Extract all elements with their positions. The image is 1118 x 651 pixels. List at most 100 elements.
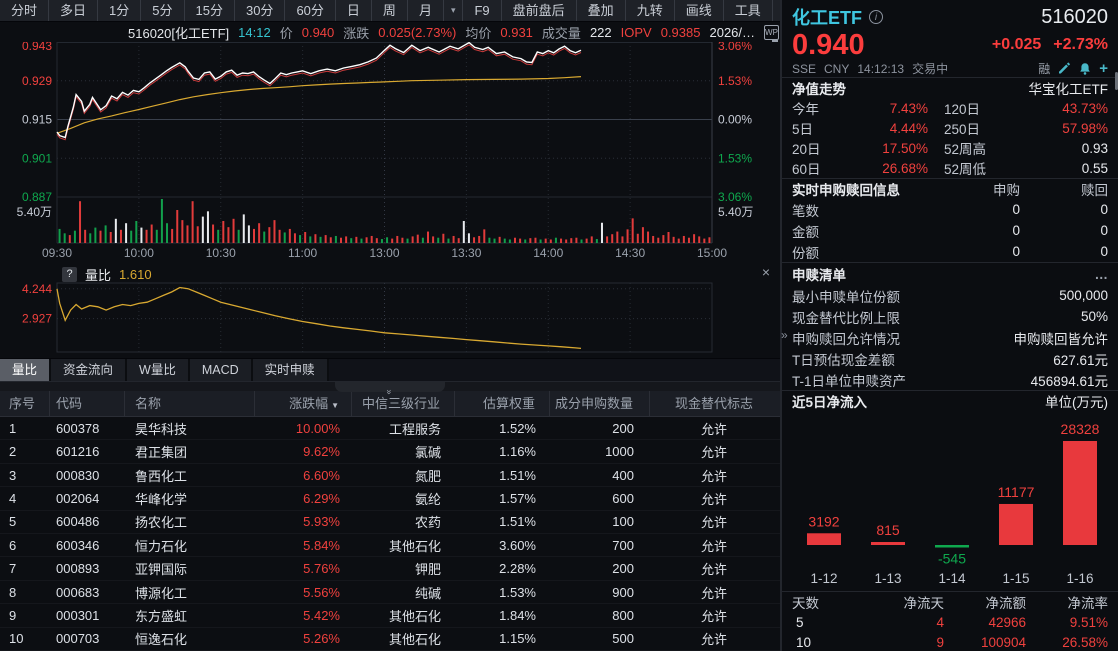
table-row[interactable]: 6600346恒力石化5.84%其他石化3.60%700允许 [0, 534, 780, 557]
realtime-section-header: 实时申购赎回信息 申购 赎回 [782, 178, 1118, 199]
sort-down-icon[interactable]: ▼ [331, 401, 339, 410]
toolbar-period-0[interactable]: 分时 [0, 0, 49, 21]
toolbar-period-6[interactable]: 60分 [285, 0, 335, 21]
table-cell-3: 5.56% [255, 585, 352, 600]
table-cell-5: 1.16% [455, 444, 550, 459]
volume-bar [192, 201, 194, 243]
flow-title: 近5日净流入 [792, 391, 867, 411]
table-cell-2: 昊华科技 [125, 419, 255, 438]
toolbar-period-5[interactable]: 30分 [235, 0, 285, 21]
table-header-cell-7[interactable]: 现金替代标志 [650, 391, 778, 416]
volume-bar [258, 223, 260, 243]
period-dropdown-icon[interactable]: ▾ [444, 0, 464, 21]
volume-bar [140, 228, 142, 243]
volume-bar [360, 239, 362, 243]
indicator-name[interactable]: 量比 [85, 265, 111, 284]
volume-bar [688, 238, 690, 243]
help-square-icon[interactable]: ? [62, 267, 77, 282]
toolbar-period-9[interactable]: 月 [408, 0, 444, 21]
volume-bar [401, 238, 403, 243]
toolbar-action-2[interactable]: 叠加 [577, 0, 626, 21]
table-row[interactable]: 2601216君正集团9.62%氯碱1.16%1000允许 [0, 440, 780, 463]
exchange-row: SSE CNY 14:12:13 交易中 融 + [782, 60, 1118, 77]
table-cell-0: 1 [0, 421, 50, 436]
flow-cell: 9.51% [1026, 615, 1108, 630]
stat-value: 17.50% [850, 141, 928, 156]
toolbar-period-3[interactable]: 5分 [141, 0, 184, 21]
table-header-cell-0[interactable]: 序号 [0, 391, 50, 416]
info-icon[interactable]: i [869, 10, 883, 24]
bell-icon[interactable] [1078, 62, 1092, 76]
volume-bar [703, 239, 705, 243]
table-cell-5: 1.53% [455, 585, 550, 600]
table-cell-2: 东方盛虹 [125, 606, 255, 625]
table-cell-6: 600 [550, 491, 650, 506]
toolbar-action-5[interactable]: 工具 [724, 0, 773, 21]
table-row[interactable]: 7000893亚钾国际5.76%钾肥2.28%200允许 [0, 557, 780, 580]
toolbar-period-4[interactable]: 15分 [185, 0, 235, 21]
volume-bar [64, 233, 66, 243]
table-header-cell-5[interactable]: 估算权重 [455, 391, 550, 416]
tab-1[interactable]: 资金流向 [51, 359, 127, 381]
stat-label: 今年 [792, 98, 850, 118]
tab-2[interactable]: W量比 [127, 359, 190, 381]
volume-bar [233, 219, 235, 243]
stat-row: 今年7.43%120日43.73% [792, 98, 1108, 118]
tab-4[interactable]: 实时申赎 [253, 359, 329, 381]
volume-bar [504, 239, 506, 243]
table-cell-1: 000683 [50, 585, 125, 600]
volume-bar [555, 238, 557, 243]
table-header-cell-2[interactable]: 名称 [125, 391, 255, 416]
volume-bar [94, 228, 96, 243]
subchart-header: ? 量比 1.610 [62, 265, 152, 284]
volume-bar [417, 235, 419, 243]
table-header-cell-1[interactable]: 代码 [50, 391, 125, 416]
flow-section-header: 近5日净流入 单位(万元) [782, 390, 1118, 411]
table-row[interactable]: 9000301东方盛虹5.42%其他石化1.84%800允许 [0, 604, 780, 627]
table-row[interactable]: 1600378昊华科技10.00%工程服务1.52%200允许 [0, 417, 780, 440]
table-header-cell-4[interactable]: 中信三级行业 [352, 391, 455, 416]
volume-bar [248, 225, 250, 243]
table-row[interactable]: 8000683博源化工5.56%纯碱1.53%900允许 [0, 581, 780, 604]
volume-axis-tick: 5.40万 [17, 205, 52, 219]
table-row[interactable]: 10000703恒逸石化5.26%其他石化1.15%500允许 [0, 628, 780, 651]
volume-bar [166, 223, 168, 243]
close-icon[interactable]: × [762, 264, 770, 280]
toolbar-period-1[interactable]: 多日 [49, 0, 98, 21]
toolbar-period-7[interactable]: 日 [336, 0, 372, 21]
volume-bar [279, 230, 281, 243]
volume-bar [371, 236, 373, 243]
toolbar-action-4[interactable]: 画线 [675, 0, 724, 21]
tab-0[interactable]: 量比 [0, 359, 51, 381]
table-row[interactable]: 4002064华峰化学6.29%氨纶1.57%600允许 [0, 487, 780, 510]
tab-3[interactable]: MACD [190, 359, 253, 381]
table-row[interactable]: 3000830鲁西化工6.60%氮肥1.51%400允许 [0, 464, 780, 487]
more-icon[interactable]: … [1095, 267, 1109, 282]
volume-bar [693, 234, 695, 243]
ratio-axis-tick: 4.244 [22, 282, 52, 296]
time-axis-tick: 14:30 [615, 246, 645, 260]
wp-monitor-icon[interactable]: WP [764, 25, 779, 40]
table-cell-6: 400 [550, 468, 650, 483]
panel-expander-icon[interactable]: » [781, 328, 788, 342]
table-header-cell-3[interactable]: 涨跌幅▼ [255, 391, 352, 416]
table-row[interactable]: 5600486扬农化工5.93%农药1.51%100允许 [0, 511, 780, 534]
toolbar-period-2[interactable]: 1分 [98, 0, 141, 21]
add-icon[interactable]: + [1099, 62, 1108, 76]
volume-bar [335, 236, 337, 243]
pencil-icon[interactable] [1057, 62, 1071, 76]
volume-bar [458, 238, 460, 243]
collapse-button[interactable]: » [335, 382, 445, 392]
list-row: 现金替代比例上限50% [782, 306, 1118, 327]
toolbar-action-3[interactable]: 九转 [626, 0, 675, 21]
list-label: T-1日单位申赎资产 [792, 370, 906, 390]
price-label: 价 [280, 23, 293, 42]
toolbar-action-1[interactable]: 盘前盘后 [502, 0, 577, 21]
table-cell-2: 恒力石化 [125, 536, 255, 555]
intraday-chart-svg[interactable]: 0.9430.9290.9150.9010.8873.06%1.53%0.00%… [0, 42, 780, 262]
toolbar-action-0[interactable]: F9 [463, 0, 501, 21]
stat-value: 0.93 [998, 141, 1108, 156]
table-cell-7: 允许 [650, 442, 778, 461]
toolbar-period-8[interactable]: 周 [372, 0, 408, 21]
table-header-cell-6[interactable]: 成分申购数量 [550, 391, 650, 416]
